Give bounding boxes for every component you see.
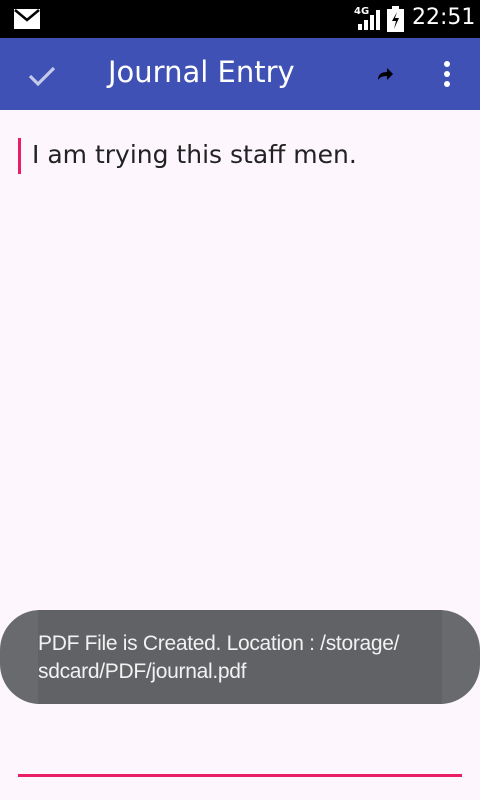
share-icon[interactable] — [372, 62, 398, 88]
toast-text: PDF File is Created. Location : /storage… — [38, 630, 438, 686]
mail-icon — [14, 9, 40, 29]
input-underline — [18, 774, 462, 777]
status-bar: 4G 22:51 — [0, 0, 480, 38]
toast-message: PDF File is Created. Location : /storage… — [0, 610, 480, 704]
status-clock: 22:51 — [412, 5, 476, 30]
check-icon[interactable] — [22, 58, 62, 92]
more-vert-icon[interactable] — [436, 58, 458, 90]
toast-line-2: sdcard/PDF/journal.pdf — [38, 660, 247, 683]
journal-entry-text: I am trying this staff men. — [32, 140, 357, 169]
text-cursor — [18, 138, 21, 174]
page-title: Journal Entry — [108, 55, 295, 89]
toast-line-1: PDF File is Created. Location : /storage… — [38, 632, 400, 655]
signal-icon — [358, 10, 380, 30]
app-toolbar: Journal Entry — [0, 38, 480, 110]
battery-icon — [387, 6, 404, 32]
